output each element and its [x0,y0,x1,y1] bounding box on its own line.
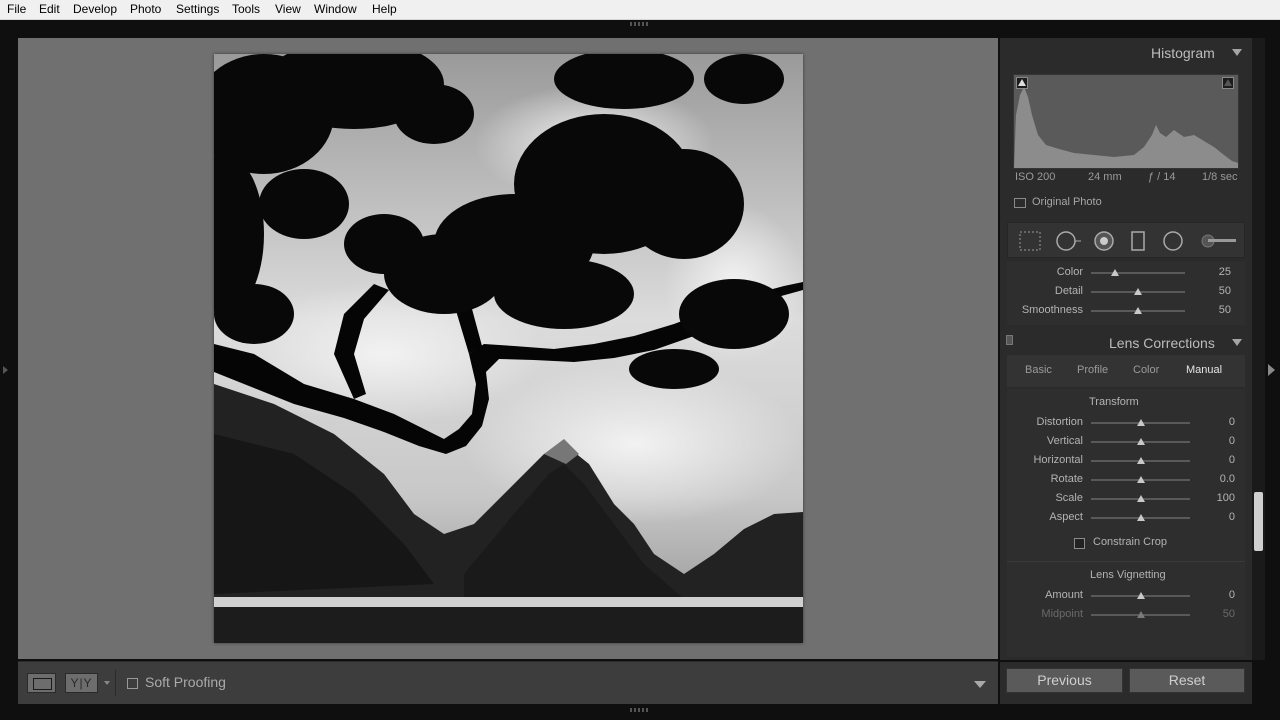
amount-value[interactable]: 0 [1205,589,1235,601]
lens-corrections-title[interactable]: Lens Corrections [1109,335,1215,351]
color-slider-thumb[interactable] [1110,269,1119,276]
soft-proofing-label[interactable]: Soft Proofing [145,674,226,690]
develop-tool-strip [1007,222,1245,258]
highlight-clipping-icon[interactable] [1222,77,1234,89]
before-after-view-button[interactable]: Y|Y [65,673,98,693]
aspect-value[interactable]: 0 [1205,511,1235,523]
scale-label: Scale [1055,492,1083,504]
color-slider[interactable] [1091,272,1185,274]
aspect-slider-thumb[interactable] [1136,514,1145,521]
menu-photo[interactable]: Photo [130,2,161,16]
previous-button[interactable]: Previous [1006,668,1123,693]
smoothness-value[interactable]: 50 [1201,304,1231,316]
menu-window[interactable]: Window [314,2,357,16]
distortion-value[interactable]: 0 [1205,416,1235,428]
histogram-title[interactable]: Histogram [1151,45,1215,61]
vertical-label: Vertical [1046,435,1083,447]
original-photo-checkbox[interactable] [1014,198,1026,208]
lens-vignetting-heading: Lens Vignetting [1090,569,1166,581]
toolbar-divider [115,670,116,696]
scrollbar-thumb[interactable] [1254,492,1263,551]
top-panel-toggle[interactable] [630,22,650,28]
horizontal-label: Horizontal [1033,454,1083,466]
tab-manual[interactable]: Manual [1186,364,1222,376]
rotate-slider-thumb[interactable] [1136,476,1145,483]
spot-removal-icon[interactable] [1054,230,1082,252]
menu-settings[interactable]: Settings [176,2,219,16]
distortion-slider-thumb[interactable] [1136,419,1145,426]
vertical-slider-thumb[interactable] [1136,438,1145,445]
menu-develop[interactable]: Develop [73,2,117,16]
soft-proofing-checkbox[interactable] [127,678,138,689]
detail-value[interactable]: 50 [1201,285,1231,297]
smoothness-slider-thumb[interactable] [1134,307,1142,314]
radial-filter-icon[interactable] [1161,230,1185,252]
distortion-label: Distortion [1036,416,1083,428]
view-mode-dropdown-icon[interactable] [104,681,110,685]
focal-length-value: 24 mm [1088,171,1122,183]
scale-slider-thumb[interactable] [1136,495,1145,502]
histogram-collapse-icon[interactable] [1232,49,1242,56]
menu-edit[interactable]: Edit [39,2,60,16]
rotate-value[interactable]: 0.0 [1205,473,1235,485]
constrain-crop-checkbox[interactable] [1074,538,1085,549]
detail-label: Detail [1054,285,1083,297]
graduated-filter-icon[interactable] [1129,230,1147,252]
horizontal-value[interactable]: 0 [1205,454,1235,466]
tab-profile[interactable]: Profile [1077,364,1108,376]
shutter-speed-value: 1/8 sec [1202,171,1238,183]
red-eye-icon[interactable] [1092,230,1116,252]
scale-value[interactable]: 100 [1205,492,1235,504]
photo-preview[interactable] [214,54,803,643]
midpoint-value[interactable]: 50 [1205,608,1235,620]
vertical-value[interactable]: 0 [1205,435,1235,447]
color-value[interactable]: 25 [1201,266,1231,278]
original-photo-label[interactable]: Original Photo [1032,196,1102,208]
crop-overlay-icon[interactable] [1018,230,1042,252]
menu-file[interactable]: File [7,2,26,16]
shadow-clipping-icon[interactable] [1016,77,1028,89]
horizontal-slider-thumb[interactable] [1136,457,1145,464]
right-panel-scrollbar[interactable] [1252,38,1265,660]
menu-help[interactable]: Help [372,2,397,16]
color-label: Color [1056,266,1083,278]
constrain-crop-label[interactable]: Constrain Crop [1093,536,1167,548]
tab-basic[interactable]: Basic [1025,364,1052,376]
amount-slider-thumb[interactable] [1136,592,1145,599]
tab-color[interactable]: Color [1133,364,1159,376]
midpoint-slider-thumb[interactable] [1136,611,1145,618]
menu-view[interactable]: View [275,2,301,16]
rotate-label: Rotate [1050,473,1083,485]
image-canvas[interactable] [18,38,998,659]
toolbar-content-menu-icon[interactable] [974,681,986,688]
aspect-label: Aspect [1049,511,1083,523]
histogram-graph[interactable] [1013,74,1239,169]
right-panel-toggle-icon[interactable] [1268,364,1275,376]
detail-slider-thumb[interactable] [1134,288,1142,295]
midpoint-label: Midpoint [1041,608,1083,620]
lens-corrections-toggle[interactable] [1006,335,1013,345]
bottom-toolbar: Y|Y Soft Proofing [18,661,998,704]
amount-label: Amount [1045,589,1083,601]
adjustment-brush-icon[interactable] [1198,230,1238,252]
menu-bar: File Edit Develop Photo Settings Tools V… [0,0,1280,20]
iso-value: ISO 200 [1015,171,1056,183]
left-panel-toggle-icon[interactable] [3,366,8,374]
transform-heading: Transform [1089,396,1139,408]
bottom-panel-toggle[interactable] [630,708,650,714]
aperture-value: ƒ / 14 [1148,171,1176,183]
menu-tools[interactable]: Tools [232,2,260,16]
reset-button[interactable]: Reset [1129,668,1245,693]
loupe-view-button[interactable] [27,673,56,693]
section-divider [1007,561,1245,562]
smoothness-label: Smoothness [1021,304,1083,316]
lens-corrections-collapse-icon[interactable] [1232,339,1242,346]
